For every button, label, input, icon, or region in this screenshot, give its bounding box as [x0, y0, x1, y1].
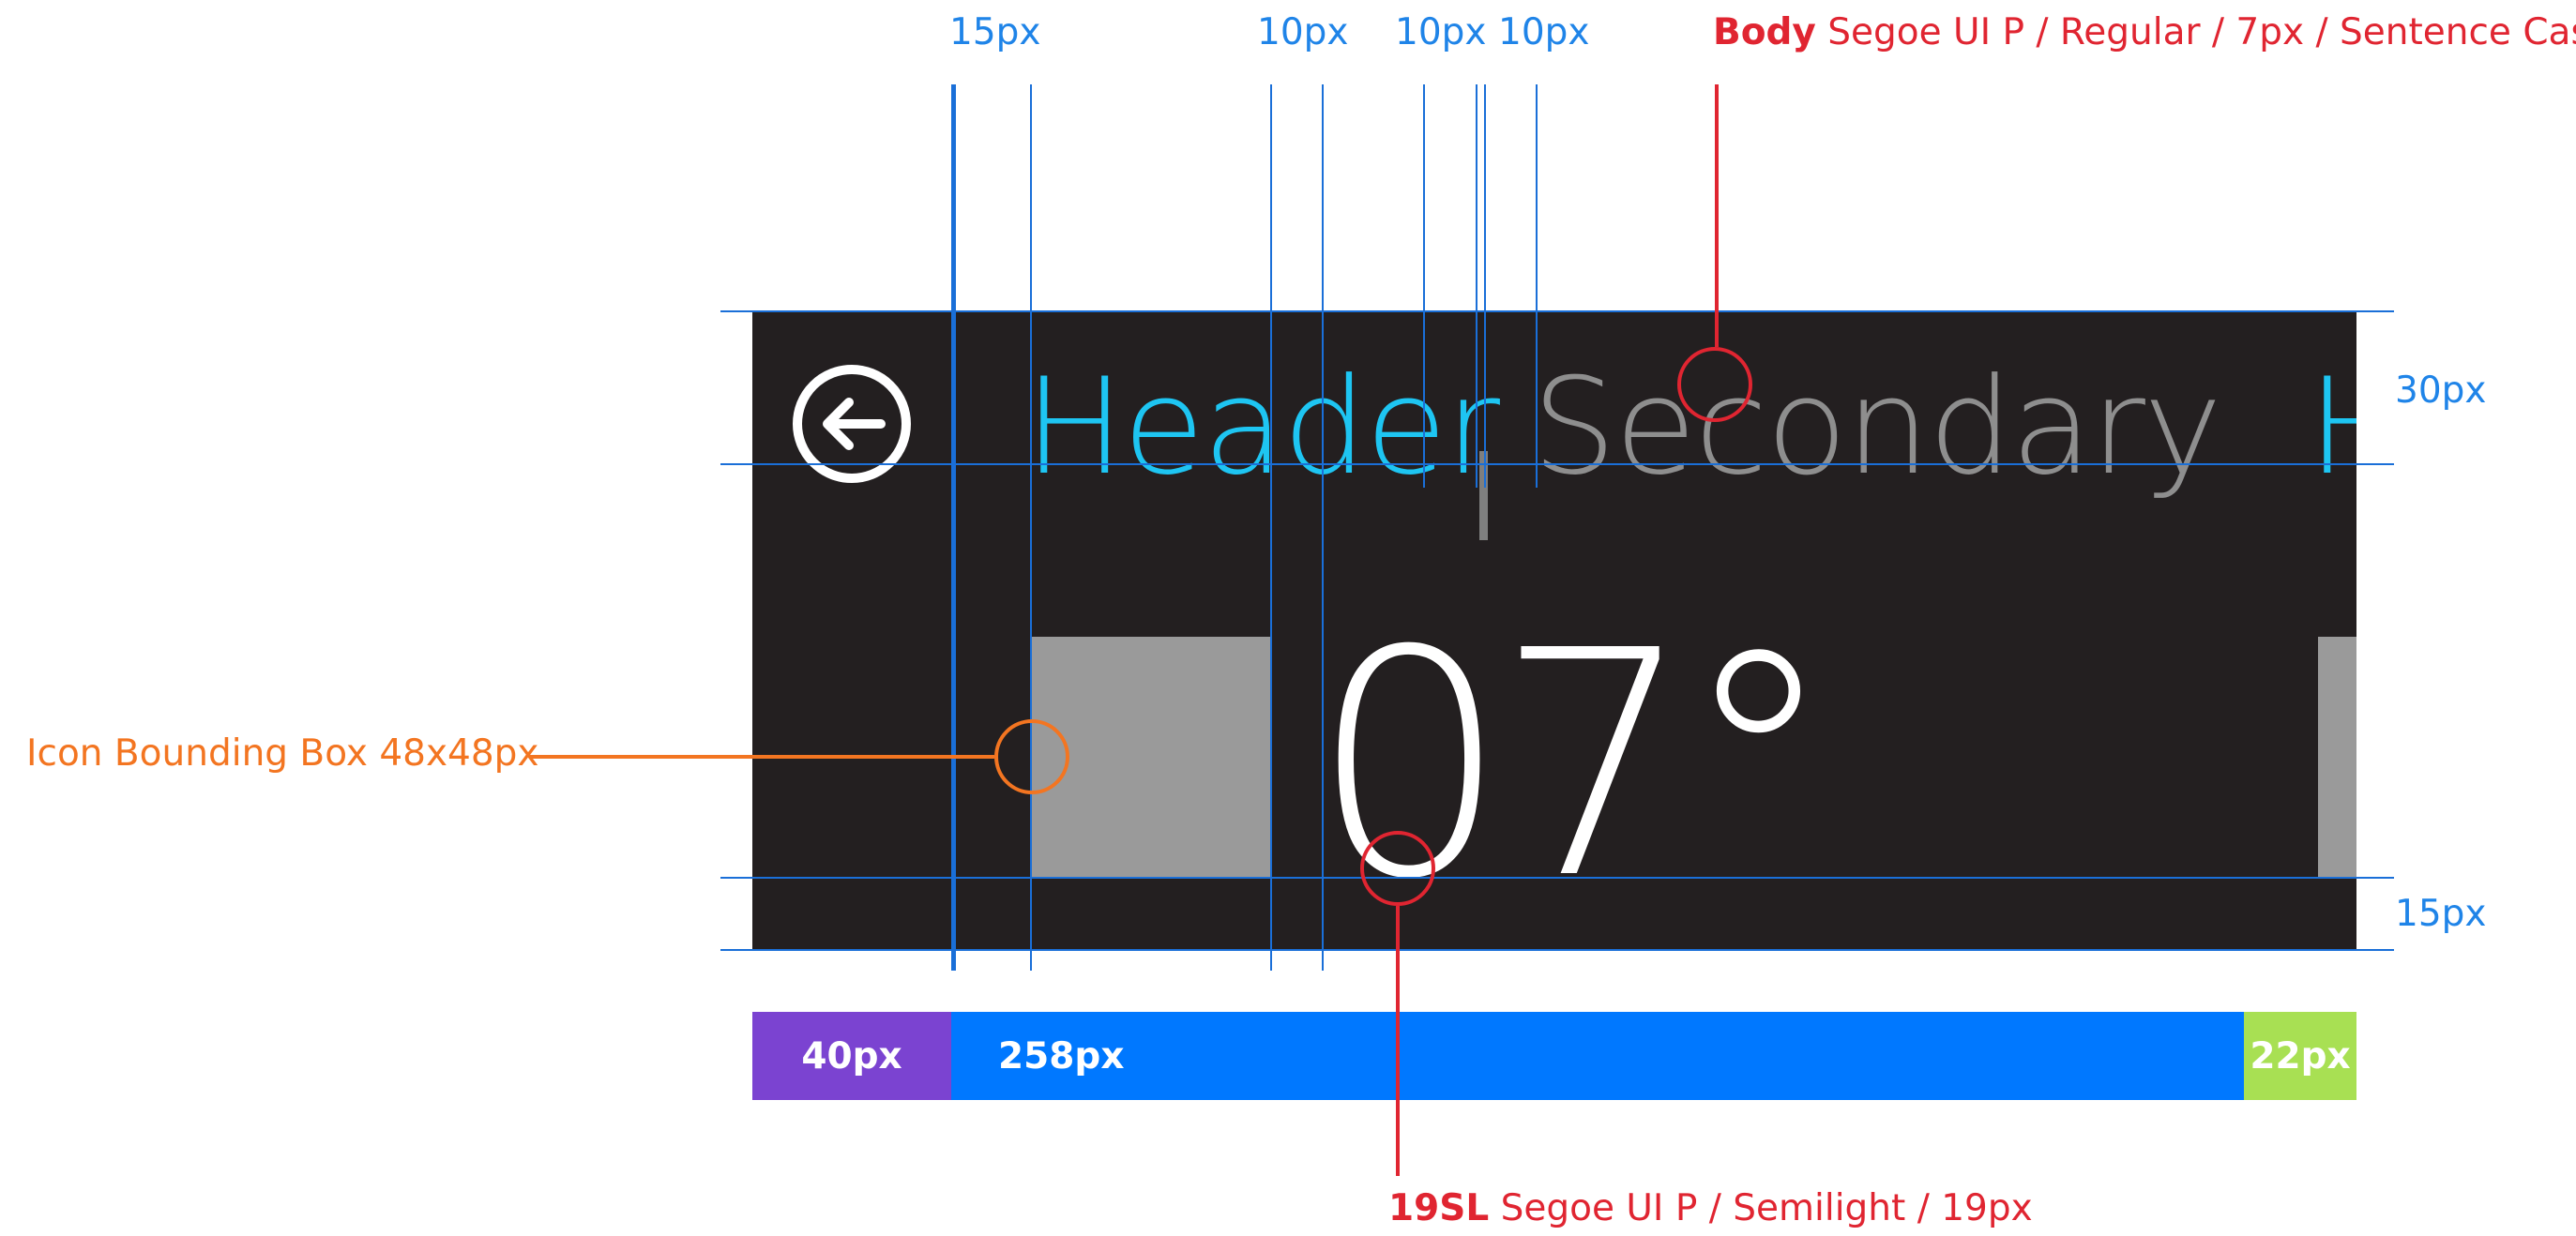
guide-secondary-start — [1536, 84, 1538, 488]
callout-type-text: Segoe UI P / Semilight / 19px — [1500, 1187, 2033, 1229]
column-margin: 40px — [752, 1012, 951, 1100]
guide-icon-left — [1030, 84, 1032, 971]
guide-text-left — [1322, 84, 1324, 971]
header-secondary: Secondary — [1532, 350, 2222, 505]
measure-gap-10-a: 10px — [1257, 11, 1349, 53]
callout-body-bold: Body — [1713, 11, 1816, 53]
guide-sep-left — [1476, 84, 1477, 488]
measure-gap-10-b: 10px — [1395, 11, 1487, 53]
callout-body-line — [1715, 84, 1719, 347]
header-next-peek: H — [2308, 361, 2356, 494]
callout-body: Body Segoe UI P / Regular / 7px / Senten… — [1713, 11, 2576, 53]
measure-bottom-15: 15px — [2395, 893, 2487, 935]
callout-icon-line — [529, 755, 994, 759]
header-title: Header — [1024, 350, 1500, 505]
weather-tile: Header Secondary H 07° — [752, 312, 2356, 951]
column-content: 258px — [951, 1012, 2244, 1100]
callout-type-line — [1396, 906, 1400, 1176]
icon-bounding-box-peek — [2318, 637, 2356, 878]
guide-header-end — [1423, 84, 1425, 488]
guide-sep-right — [1484, 84, 1486, 488]
guide-header-baseline — [720, 463, 2394, 465]
measure-margin-15: 15px — [949, 11, 1041, 53]
callout-body-marker — [1677, 347, 1752, 422]
measure-header-30: 30px — [2395, 369, 2487, 412]
guide-tile-bottom — [720, 949, 2394, 951]
callout-icon-marker — [994, 719, 1069, 794]
measure-gap-10-c: 10px — [1498, 11, 1590, 53]
callout-type-bold: 19SL — [1388, 1187, 1490, 1229]
guide-content-bottom — [720, 877, 2394, 879]
back-arrow-icon[interactable] — [791, 363, 913, 485]
column-gutter: 22px — [2244, 1012, 2356, 1100]
callout-type-marker — [1360, 831, 1435, 906]
guide-margin-left — [951, 84, 956, 971]
callout-type: 19SL Segoe UI P / Semilight / 19px — [1388, 1187, 2033, 1229]
guide-icon-right — [1270, 84, 1272, 971]
guide-tile-top — [720, 310, 2394, 312]
callout-icon: Icon Bounding Box 48x48px — [26, 732, 539, 775]
callout-body-text: Segoe UI P / Regular / 7px / Sentence Ca… — [1827, 11, 2576, 53]
